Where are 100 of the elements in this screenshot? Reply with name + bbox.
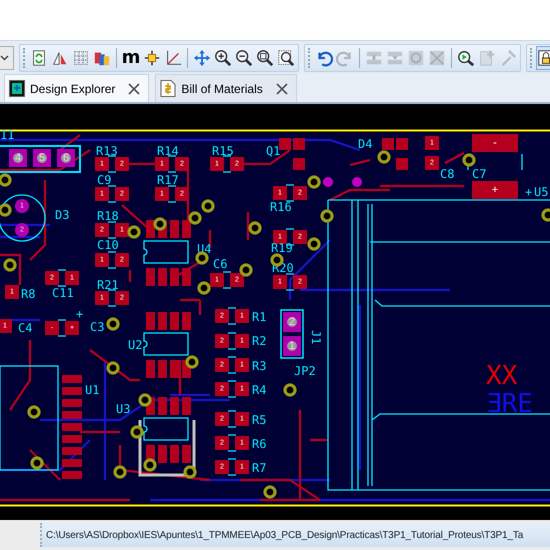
- document-plus-icon: [478, 48, 496, 66]
- via: [188, 211, 202, 225]
- via: [185, 355, 199, 369]
- component-label: U5: [534, 185, 548, 199]
- component-label: R8: [21, 287, 36, 301]
- via: [153, 217, 167, 231]
- silkscreen-text: +: [525, 185, 532, 199]
- through-hole-pad: 5: [33, 149, 51, 167]
- component-label: R2: [252, 334, 266, 348]
- via: [30, 456, 44, 470]
- document-icon: [160, 80, 176, 97]
- silkscreen-mark: [222, 155, 232, 173]
- via: [201, 199, 215, 213]
- transistor-footprint: [382, 138, 408, 170]
- component-label: R1: [252, 310, 266, 324]
- component-label: U1: [85, 383, 100, 397]
- units-button[interactable]: m: [121, 46, 141, 70]
- polarized-pad: -: [472, 134, 518, 152]
- via: [462, 153, 476, 167]
- block-icon: [407, 48, 425, 66]
- component-label: 11: [0, 128, 14, 142]
- component-label: C8: [440, 167, 454, 181]
- component-label: C9: [97, 173, 112, 187]
- component-label: U3: [116, 402, 130, 416]
- component-label: C11: [52, 286, 74, 300]
- via: [377, 150, 391, 164]
- via: [143, 458, 157, 472]
- silkscreen-mark: [285, 184, 295, 202]
- via: [0, 203, 12, 217]
- axes-icon: [164, 48, 182, 66]
- dropdown-field[interactable]: [0, 46, 14, 70]
- silkscreen-text: XX: [486, 361, 518, 391]
- silkscreen-mark: [167, 185, 177, 203]
- search-icon: [457, 48, 475, 66]
- refresh-icon: [30, 48, 48, 66]
- component-label: R17: [157, 173, 179, 187]
- silkscreen-mark: [467, 153, 523, 171]
- component-label: R7: [252, 461, 266, 475]
- via: [106, 317, 120, 331]
- silkscreen-mark: [107, 185, 117, 203]
- file-path-status: C:\Users\AS\Dropbox\IES\Apuntes\1_TPMMEE\Ap03_PCB_Design\Practicas\T3P1_Tutorial_Proteus\T3P1_Ta: [46, 528, 524, 542]
- via: [352, 177, 362, 187]
- transistor-footprint: [279, 138, 305, 170]
- component-label: R5: [252, 413, 266, 427]
- zoom-icon: [256, 48, 274, 66]
- close-icon[interactable]: [128, 82, 140, 94]
- silkscreen-mark: [227, 332, 237, 350]
- silkscreen-mark: [107, 289, 117, 307]
- component-label: J1: [309, 330, 323, 344]
- silkscreen-mark: [285, 273, 295, 291]
- silkscreen-mark: [167, 155, 177, 173]
- through-hole-pad: 2: [283, 312, 301, 332]
- component-label: U2: [128, 338, 142, 352]
- silkscreen-mark: [227, 410, 237, 428]
- ic-footprint: [143, 312, 191, 378]
- silkscreen-text: ƎRE: [486, 389, 533, 419]
- component-label: R19: [271, 241, 293, 255]
- component-label: R4: [252, 383, 266, 397]
- block-icon: [428, 48, 446, 66]
- ic-footprint: [143, 220, 191, 286]
- connector-outline: [280, 309, 304, 359]
- via: [183, 465, 197, 479]
- silkscreen-mark: [227, 356, 237, 374]
- via: [106, 361, 120, 375]
- silkscreen-mark: [57, 269, 67, 287]
- led-outline: [0, 194, 46, 242]
- component-label: R21: [97, 278, 119, 292]
- component-label: C6: [213, 257, 228, 271]
- via: [323, 177, 333, 187]
- via: [195, 251, 209, 265]
- via: [248, 221, 262, 235]
- zoom-out-icon: [235, 48, 253, 66]
- grid-icon: [72, 48, 90, 66]
- via: [283, 383, 297, 397]
- via: [197, 281, 211, 295]
- via: [320, 209, 334, 223]
- via: [307, 175, 321, 189]
- silkscreen-mark: [227, 380, 237, 398]
- via: [263, 485, 277, 499]
- component-label: C7: [472, 167, 486, 181]
- polarized-pad: +: [472, 181, 518, 199]
- silkscreen-mark: [227, 434, 237, 452]
- component-label: D3: [55, 208, 70, 222]
- component-label: R3: [252, 359, 266, 373]
- document-tab[interactable]: Bill of Materials: [155, 74, 297, 102]
- component-label: R13: [96, 144, 118, 158]
- close-icon[interactable]: [276, 82, 288, 94]
- silkscreen-mark: [107, 221, 117, 239]
- through-hole-pad: 1: [283, 336, 301, 356]
- through-hole-pad: 6: [57, 149, 75, 167]
- component-label: R14: [157, 144, 179, 158]
- zoom-in-icon: [214, 48, 232, 66]
- lock-icon: [537, 48, 550, 66]
- document-tab[interactable]: Design Explorer: [4, 74, 150, 102]
- via: [541, 208, 550, 222]
- via: [3, 258, 17, 272]
- component-label: D4: [358, 137, 372, 151]
- silkscreen-mark: [227, 458, 237, 476]
- explorer-icon: [9, 80, 25, 97]
- lock-button[interactable]: [536, 46, 550, 70]
